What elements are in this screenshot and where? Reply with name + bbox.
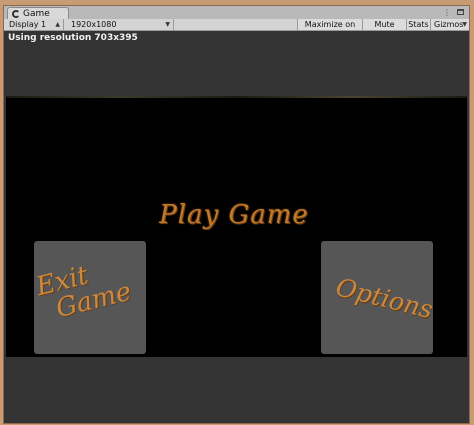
chevron-down-icon: ▼ <box>165 21 170 28</box>
gizmos-label: Gizmos <box>434 20 464 29</box>
maximize-on-play-toggle[interactable]: Maximize on Play <box>297 19 362 40</box>
chevron-down-icon: ▼ <box>462 21 467 28</box>
mute-audio-toggle[interactable]: Mute audio <box>362 19 406 40</box>
exit-game-label: Exit Game <box>33 253 134 325</box>
play-game-button[interactable]: Play Game <box>159 200 309 230</box>
tab-game-label: Game <box>23 8 50 19</box>
gizmos-dropdown[interactable]: Gizmos ▼ <box>430 19 469 30</box>
game-toolbar: Display 1 ▲ 1920x1080 ▼ Maximize on Play… <box>4 19 469 40</box>
screen-top-edge <box>6 96 467 98</box>
options-label: Options <box>333 272 436 325</box>
resolution-notice: Using resolution 703x395 <box>8 33 138 43</box>
game-screen: Play Game Exit Game Options <box>6 96 467 357</box>
game-controller-icon <box>12 10 20 18</box>
maximize-window-icon[interactable] <box>457 9 464 15</box>
game-window: Game ⋮ Display 1 ▲ 1920x1080 ▼ Maximize … <box>3 5 470 424</box>
stats-toggle[interactable]: Stats <box>406 19 430 30</box>
display-select-value: Display 1 <box>9 20 47 29</box>
window-menu-icon[interactable]: ⋮ <box>443 8 451 17</box>
tab-strip: Game ⋮ <box>4 6 469 20</box>
resolution-select-value: 1920x1080 <box>71 20 117 29</box>
resolution-select[interactable]: 1920x1080 ▼ <box>68 19 174 30</box>
display-select[interactable]: Display 1 ▲ <box>6 19 64 30</box>
options-button[interactable]: Options <box>321 241 436 354</box>
chevron-updown-icon: ▲ <box>55 21 60 28</box>
exit-game-button[interactable]: Exit Game <box>33 241 146 354</box>
game-view: Using resolution 703x395 Play Game Exit … <box>4 31 469 423</box>
